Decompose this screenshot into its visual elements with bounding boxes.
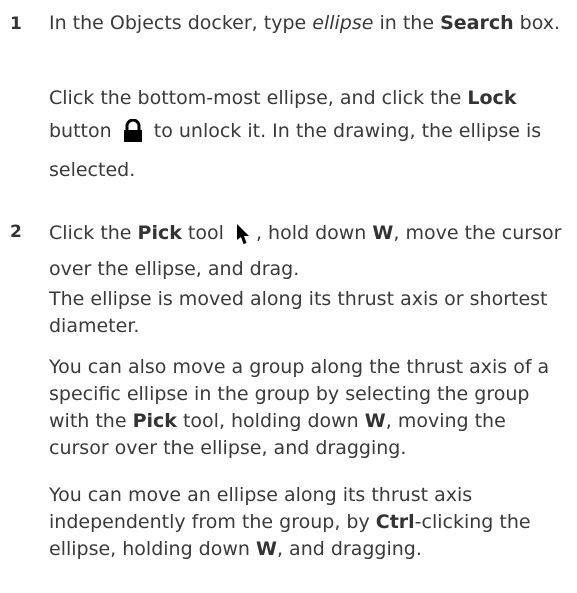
- text: in the: [373, 12, 441, 34]
- step-2-paragraph-1: Click the Pick tool , hold down W, move …: [49, 218, 567, 284]
- text: In the Objects docker, type: [49, 12, 313, 34]
- text: tool: [181, 222, 230, 244]
- emphasis-text: ellipse: [312, 12, 374, 34]
- step-2-paragraph-2: The ellipse is moved along its thrust ax…: [49, 286, 567, 340]
- key-ctrl: Ctrl: [375, 511, 415, 533]
- key-w: W: [372, 222, 394, 244]
- ui-term-pick: Pick: [132, 410, 177, 432]
- key-w: W: [364, 410, 386, 432]
- text: button: [49, 120, 118, 142]
- step-number: 2: [10, 222, 22, 242]
- key-w: W: [256, 538, 277, 560]
- ui-term-lock: Lock: [467, 87, 517, 109]
- text: box.: [513, 12, 561, 34]
- text: tool, holding down: [176, 410, 365, 432]
- text: Click the: [49, 222, 138, 244]
- ui-term-pick: Pick: [137, 222, 182, 244]
- step-1-paragraph-1: In the Objects docker, type ellipse in t…: [49, 10, 567, 37]
- instruction-page: 1 In the Objects docker, type ellipse in…: [0, 0, 577, 593]
- text: , hold down: [255, 222, 373, 244]
- step-2-paragraph-4: You can move an ellipse along its thrust…: [49, 482, 567, 563]
- text: Click the bottom-most ellipse, and click…: [49, 87, 468, 109]
- step-number: 1: [10, 14, 22, 34]
- ui-term-search: Search: [440, 12, 514, 34]
- lock-icon: [122, 118, 144, 154]
- step-1-paragraph-2: Click the bottom-most ellipse, and click…: [49, 82, 567, 187]
- step-2-paragraph-3: You can also move a group along the thru…: [49, 354, 567, 462]
- text: , and dragging.: [276, 538, 422, 560]
- text: The ellipse is moved along its thrust ax…: [49, 288, 548, 337]
- pick-tool-icon: [234, 223, 252, 254]
